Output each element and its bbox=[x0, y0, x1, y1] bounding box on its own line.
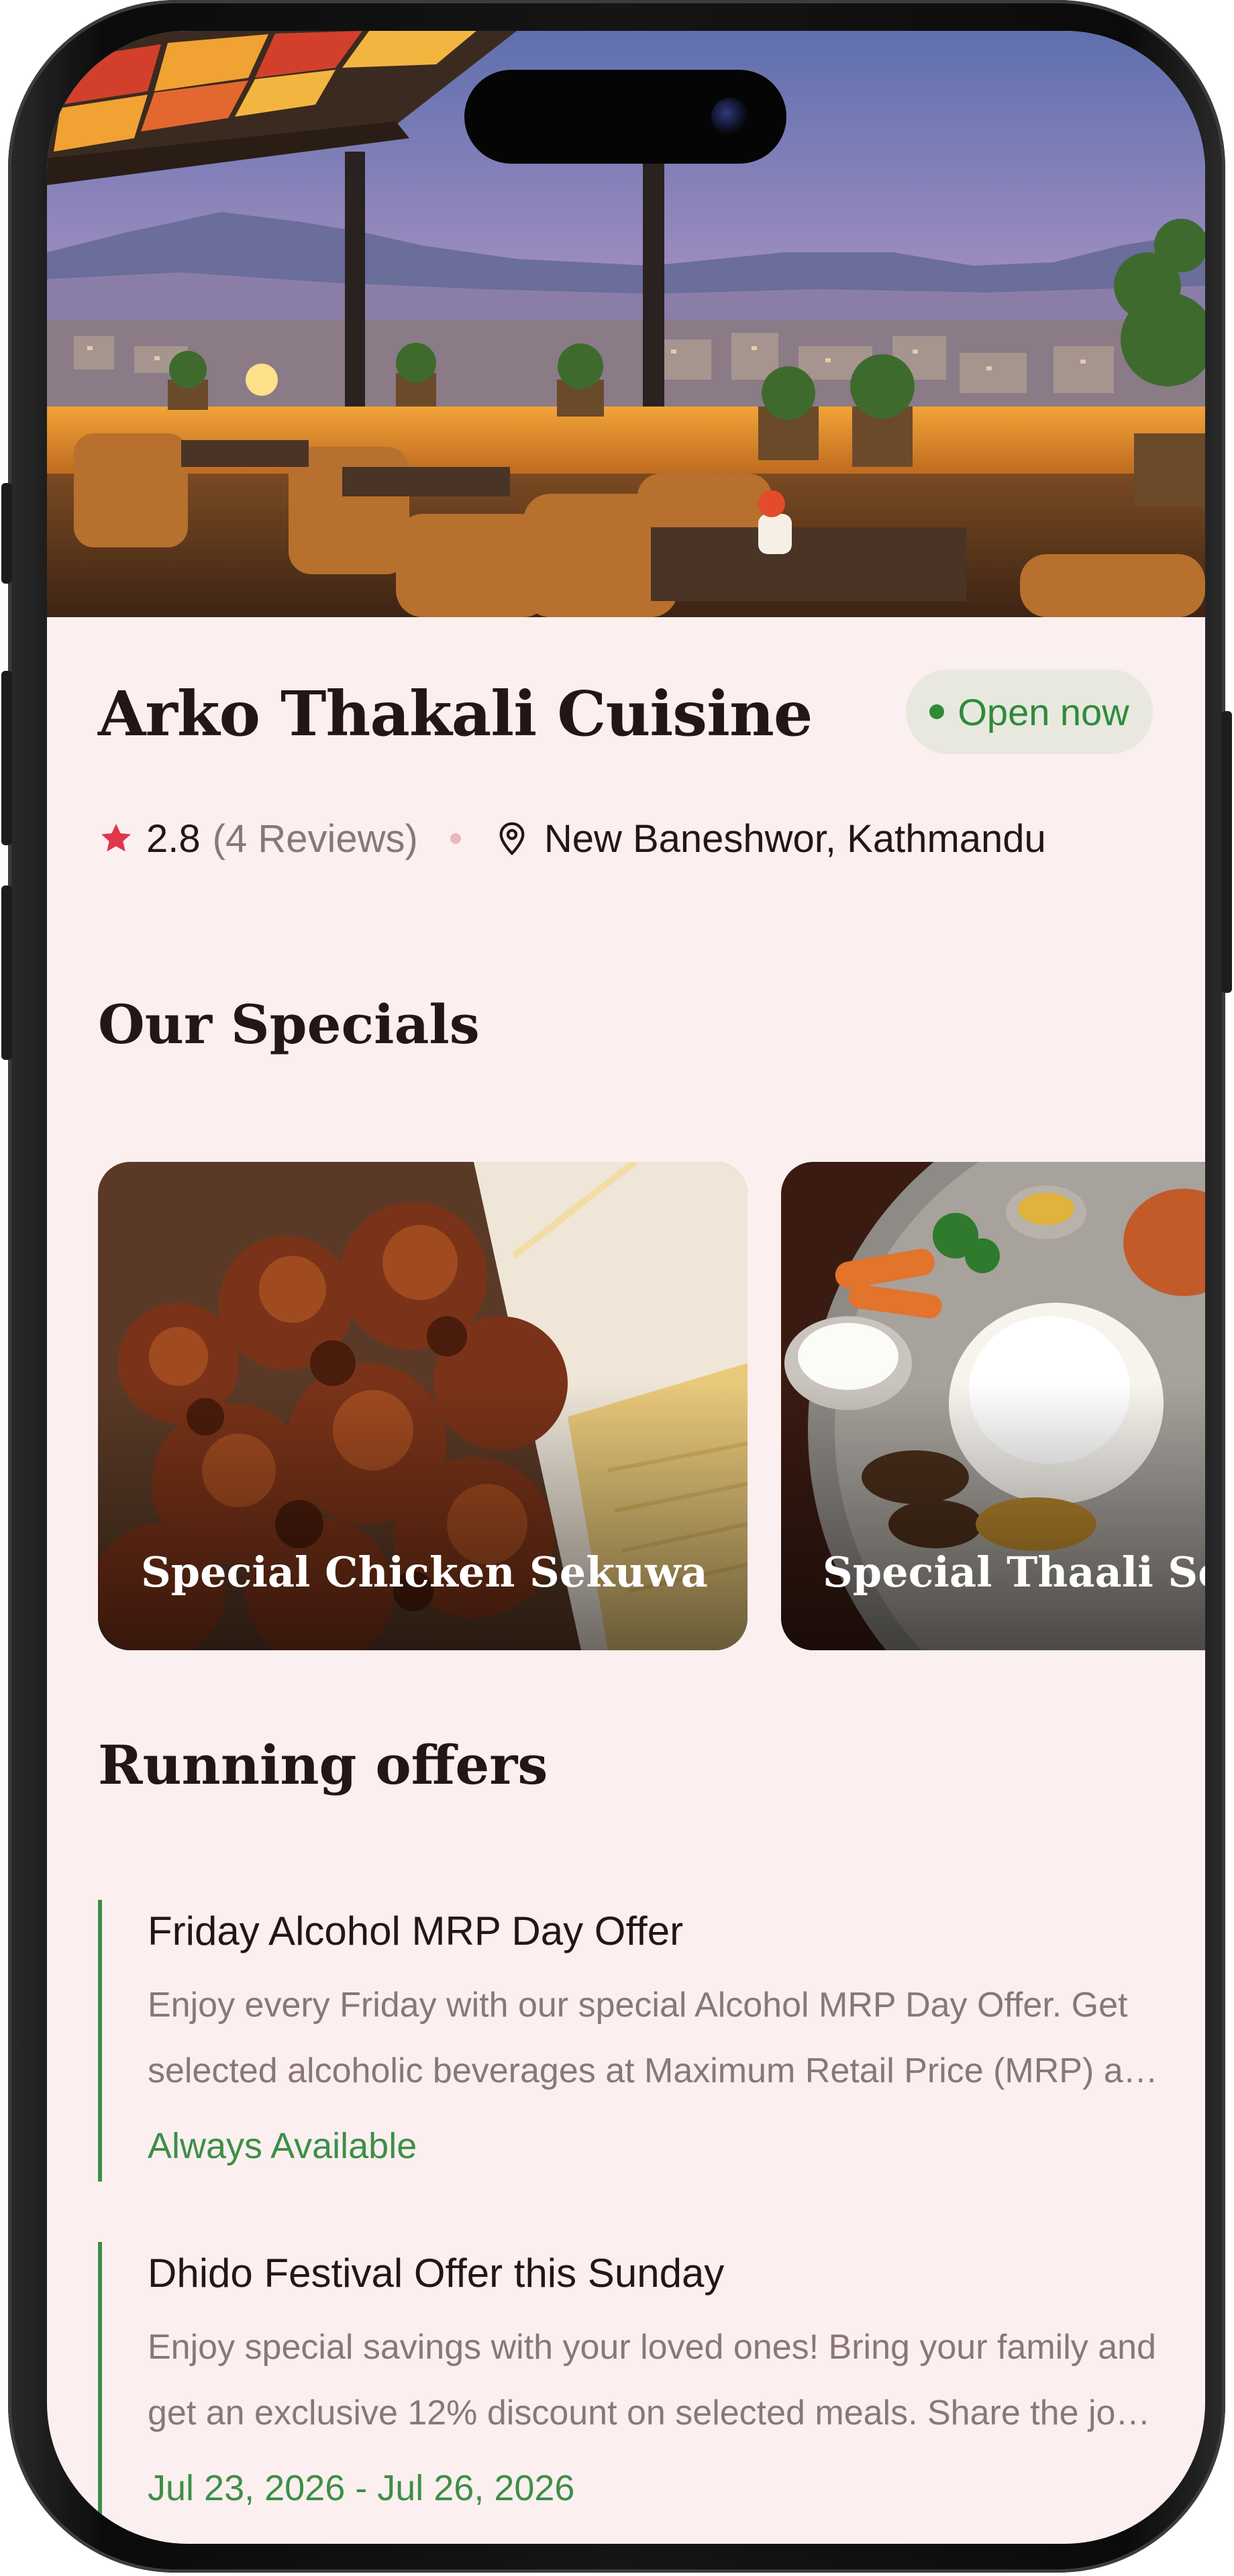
rating-value: 2.8 bbox=[146, 816, 201, 861]
offer-title: Dhido Festival Offer this Sunday bbox=[148, 2251, 725, 2296]
location-pin-icon bbox=[499, 822, 525, 856]
specials-heading: Our Specials bbox=[98, 993, 480, 1056]
offer-availability: Jul 23, 2026 - Jul 26, 2026 bbox=[148, 2468, 575, 2508]
volume-down-button bbox=[1, 885, 12, 1060]
location-text[interactable]: New Baneshwor, Kathmandu bbox=[544, 816, 1046, 861]
front-camera bbox=[711, 98, 749, 136]
offer-description: Enjoy every Friday with our special Alco… bbox=[148, 1986, 1162, 2090]
special-card[interactable]: Special Thaali Set bbox=[781, 1162, 1205, 1650]
special-card[interactable]: Special Chicken Sekuwa bbox=[98, 1162, 748, 1650]
app-screen: Arko Thakali Cuisine Open now 2.8 (4 Rev… bbox=[47, 31, 1205, 2544]
phone-frame: Arko Thakali Cuisine Open now 2.8 (4 Rev… bbox=[1, 0, 1232, 2573]
offer-availability: Always Available bbox=[148, 2126, 417, 2166]
dynamic-island bbox=[464, 70, 786, 164]
status-label: Open now bbox=[958, 690, 1129, 733]
restaurant-name: Arko Thakali Cuisine bbox=[98, 678, 813, 750]
special-title: Special Chicken Sekuwa bbox=[141, 1548, 708, 1597]
star-icon bbox=[101, 823, 132, 852]
status-dot-icon bbox=[929, 704, 945, 719]
special-title: Special Thaali Set bbox=[823, 1548, 1205, 1597]
offers-heading: Running offers bbox=[98, 1733, 548, 1796]
offer-item[interactable]: Friday Alcohol MRP Day Offer Enjoy every… bbox=[98, 1900, 1162, 2182]
offer-description: Enjoy special savings with your loved on… bbox=[148, 2328, 1156, 2432]
open-status-badge: Open now bbox=[906, 669, 1153, 754]
reviews-link[interactable]: (4 Reviews) bbox=[213, 816, 418, 861]
restaurant-meta-row: 2.8 (4 Reviews) New Baneshwor, Kathmandu bbox=[98, 812, 1046, 865]
offer-item[interactable]: Dhido Festival Offer this Sunday Enjoy s… bbox=[98, 2242, 1156, 2524]
card-overlay bbox=[98, 1381, 748, 1650]
offer-title: Friday Alcohol MRP Day Offer bbox=[148, 1909, 684, 1953]
volume-up-button bbox=[1, 671, 12, 845]
power-button bbox=[1221, 711, 1232, 993]
card-overlay bbox=[781, 1381, 1205, 1650]
meta-separator bbox=[450, 833, 461, 844]
action-button bbox=[1, 483, 12, 584]
